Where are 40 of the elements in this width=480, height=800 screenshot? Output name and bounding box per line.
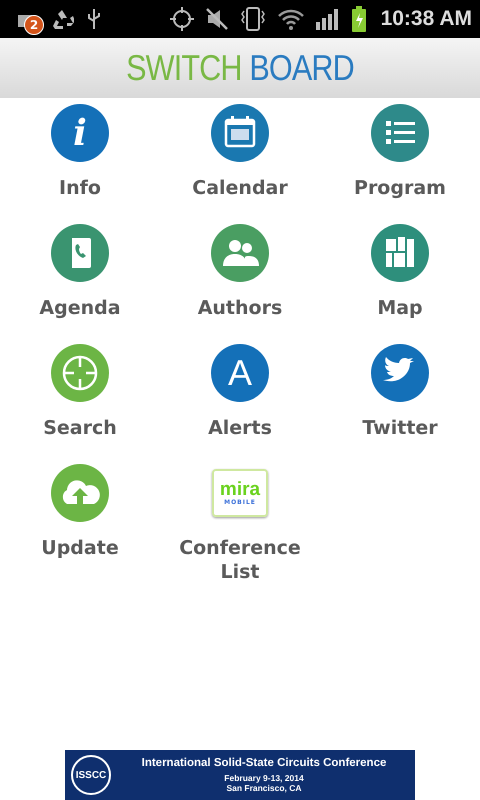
banner-dates: February 9-13, 2014 (224, 773, 304, 783)
signal-icon (314, 8, 341, 30)
tile-label: Map (376, 296, 424, 320)
tile-label: Program (353, 176, 447, 200)
gps-icon (168, 6, 195, 32)
info-icon: i (51, 104, 109, 162)
ad-banner[interactable]: ISSCC International Solid-State Circuits Conference February 9-13, 2014 San Francisco, CA (65, 750, 415, 800)
usb-icon (86, 7, 102, 31)
app-title: SWITCH BOARD (126, 47, 354, 89)
tile-label: Info (58, 176, 102, 200)
tile-label: Twitter (361, 416, 439, 440)
tile-label: Update (40, 536, 120, 560)
clock-time: 10:38 AM (380, 7, 472, 31)
menu-tile[interactable]: Search (0, 344, 160, 464)
menu-tile[interactable]: Calendar (160, 104, 320, 224)
menu-tile[interactable]: Map (320, 224, 480, 344)
banner-title: International Solid-State Circuits Conference (142, 757, 386, 769)
battery-icon (350, 6, 367, 32)
notification-badge: 2 (24, 15, 44, 35)
tile-label: Calendar (191, 176, 289, 200)
menu-tile[interactable]: Update (0, 464, 160, 584)
menu-tile[interactable]: A Alerts (160, 344, 320, 464)
mute-icon (204, 7, 229, 31)
banner-location: San Francisco, CA (226, 783, 302, 793)
menu-tile[interactable]: Agenda (0, 224, 160, 344)
vibrate-icon (238, 6, 267, 32)
recycle-icon (50, 8, 74, 30)
menu-tile[interactable]: Twitter (320, 344, 480, 464)
logo-text: mira (220, 480, 260, 498)
tile-label: Conference List (178, 536, 302, 584)
tile-label: Search (42, 416, 118, 440)
menu-tile[interactable]: Authors (160, 224, 320, 344)
menu-tile[interactable]: i Info (0, 104, 160, 224)
menu-tile[interactable]: Program (320, 104, 480, 224)
banner-logo: ISSCC (71, 755, 111, 795)
tile-label: Alerts (207, 416, 273, 440)
letter-icon: A (211, 344, 269, 402)
tile-label: Agenda (38, 296, 122, 320)
tile-label: Authors (196, 296, 284, 320)
wifi-icon (276, 8, 305, 30)
